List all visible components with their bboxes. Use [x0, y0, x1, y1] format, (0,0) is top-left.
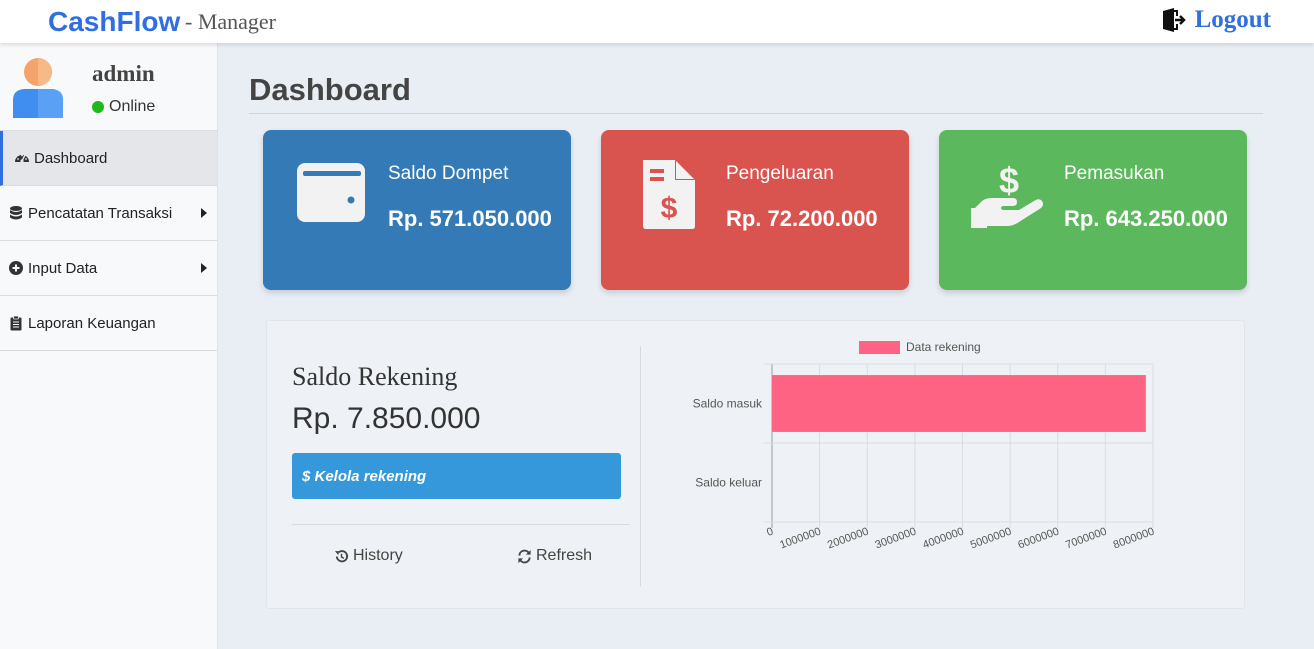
page-title: Dashboard: [249, 72, 411, 107]
caret-right-icon: [201, 263, 207, 273]
logout-label: Logout: [1194, 6, 1271, 33]
x-tick-label: 5000000: [969, 526, 1013, 552]
wallet-icon: [297, 163, 365, 222]
sidebar-item-label: Laporan Keuangan: [28, 314, 156, 332]
x-tick-label: 4000000: [921, 526, 965, 552]
top-navbar: CashFlow - Manager Logout: [0, 0, 1314, 43]
online-status-dot: [92, 101, 104, 113]
user-status: Online: [92, 98, 155, 116]
hand-holding-dollar-icon: $: [971, 160, 1043, 228]
kelola-rekening-button[interactable]: $ Kelola rekening: [292, 453, 621, 499]
title-divider: [249, 113, 1263, 114]
file-invoice-dollar-icon: $: [643, 160, 695, 229]
svg-text:$: $: [661, 192, 678, 225]
card-value: Rp. 72.200.000: [726, 206, 878, 231]
user-status-label: Online: [109, 98, 156, 115]
x-tick-label: 6000000: [1016, 526, 1060, 552]
sidebar-item-pencatatan-transaksi[interactable]: Pencatatan Transaksi: [0, 186, 217, 241]
x-tick-label: 0: [765, 526, 775, 539]
panel-title: Saldo Rekening: [292, 362, 458, 391]
pengeluaran-card: $ Pengeluaran Rp. 72.200.000: [601, 130, 909, 290]
brand-suffix: - Manager: [185, 9, 277, 34]
card-value: Rp. 643.250.000: [1064, 206, 1228, 231]
svg-text:$: $: [999, 160, 1019, 201]
brand-name[interactable]: CashFlow: [48, 6, 180, 38]
x-tick-label: 1000000: [778, 526, 822, 552]
x-tick-label: 2000000: [826, 526, 870, 552]
account-balance: Rp. 7.850.000: [292, 402, 481, 435]
plus-circle-icon: [9, 261, 23, 275]
y-tick-label: Saldo keluar: [695, 476, 762, 490]
chart-bar: [772, 375, 1146, 432]
panel-divider: [292, 524, 630, 525]
sidebar: admin Online Dashboard Pencatatan Transa…: [0, 43, 218, 649]
saldo-rekening-chart: Saldo masuk Saldo keluar 0 1000000 2000000 30…: [693, 340, 1156, 552]
x-tick-label: 7000000: [1064, 526, 1108, 552]
card-value: Rp. 571.050.000: [388, 206, 552, 231]
sidebar-item-label: Dashboard: [34, 149, 108, 167]
x-tick-label: 8000000: [1112, 526, 1156, 552]
avatar: [13, 58, 63, 118]
refresh-button[interactable]: Refresh: [517, 547, 592, 565]
card-label: Pengeluaran: [726, 163, 834, 184]
refresh-label: Refresh: [536, 547, 593, 564]
card-label: Saldo Dompet: [388, 163, 509, 184]
pemasukan-card: $ Pemasukan Rp. 643.250.000: [939, 130, 1247, 290]
database-icon: [10, 206, 22, 220]
x-tick-label: 3000000: [874, 526, 918, 552]
saldo-dompet-card: Saldo Dompet Rp. 571.050.000: [263, 130, 571, 290]
sidebar-item-dashboard[interactable]: Dashboard: [0, 131, 217, 186]
legend-swatch: [859, 341, 900, 354]
user-panel: admin Online: [0, 43, 217, 131]
logout-icon: [1162, 8, 1186, 32]
logout-button[interactable]: Logout: [1160, 6, 1271, 34]
user-name: admin: [92, 61, 155, 86]
sidebar-item-laporan-keuangan[interactable]: Laporan Keuangan: [0, 296, 217, 351]
history-button[interactable]: History: [334, 547, 403, 565]
saldo-rekening-panel: Saldo Rekening Rp. 7.850.000 $ Kelola re…: [266, 320, 1245, 609]
tachometer-icon: [15, 154, 29, 163]
history-label: History: [353, 547, 403, 564]
history-icon: [334, 549, 349, 562]
panel-vertical-divider: [640, 346, 641, 586]
caret-right-icon: [201, 208, 207, 218]
legend-label: Data rekening: [906, 340, 981, 354]
card-label: Pemasukan: [1064, 163, 1165, 184]
sidebar-item-label: Input Data: [28, 259, 98, 277]
sidebar-item-input-data[interactable]: Input Data: [0, 241, 217, 296]
refresh-icon: [518, 549, 531, 563]
y-tick-label: Saldo masuk: [693, 397, 763, 411]
sidebar-item-label: Pencatatan Transaksi: [28, 204, 173, 222]
clipboard-icon: [10, 315, 22, 331]
